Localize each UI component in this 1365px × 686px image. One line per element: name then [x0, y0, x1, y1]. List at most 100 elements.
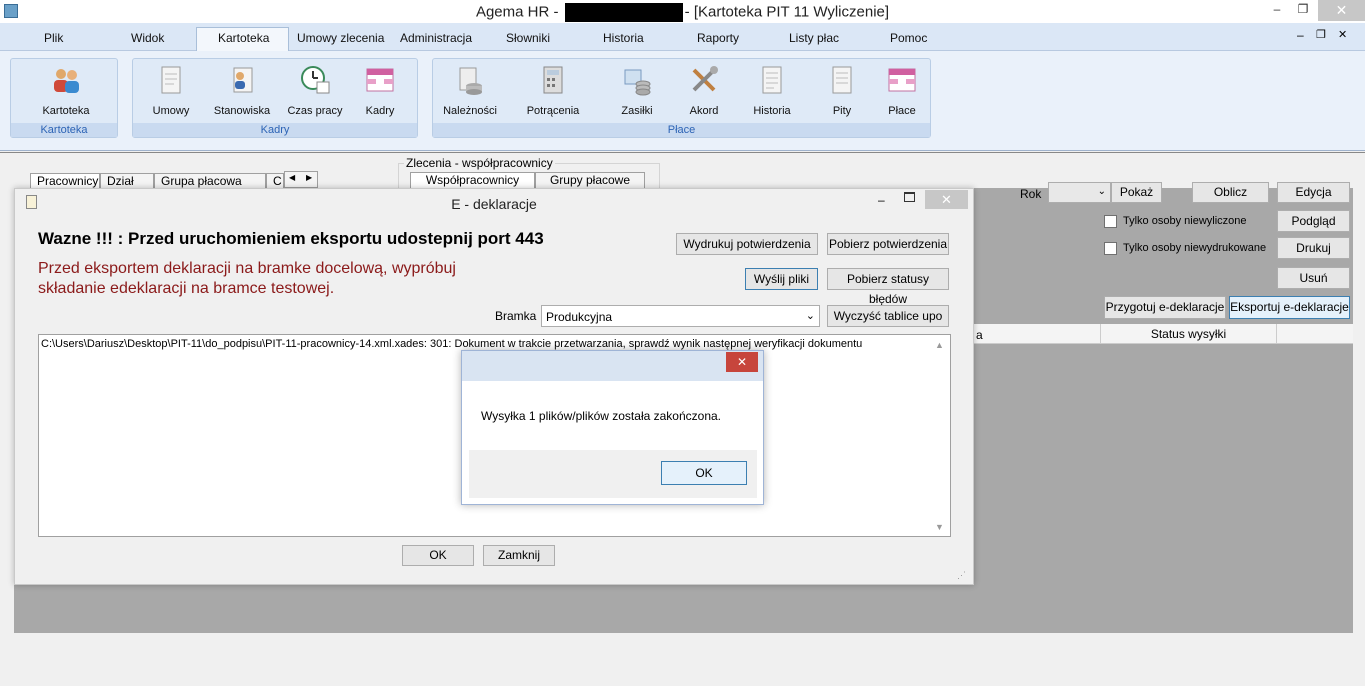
clock-calendar-icon — [301, 66, 330, 94]
podglad-button[interactable]: Podgląd — [1277, 210, 1350, 232]
only-unprinted-checkbox[interactable] — [1104, 242, 1117, 255]
bramka-value: Produkcyjna — [546, 310, 613, 324]
dialog-close-action-button[interactable]: Zamknij — [483, 545, 555, 566]
send-files-button[interactable]: Wyślij pliki — [745, 268, 818, 290]
person-document-icon — [233, 67, 253, 93]
drukuj-button[interactable]: Drukuj — [1277, 237, 1350, 259]
eksportuj-edeklaracje-button[interactable]: Eksportuj e-deklaracje — [1229, 296, 1350, 319]
menu-raporty[interactable]: Raporty — [697, 31, 739, 45]
pokaz-button[interactable]: Pokaż — [1111, 182, 1162, 203]
bramka-label: Bramka — [495, 309, 537, 323]
grid-column-status[interactable]: Status wysyłki — [1100, 324, 1277, 344]
ribbon-button-historia[interactable]: Historia — [750, 64, 794, 117]
ribbon-button-akord[interactable]: Akord — [684, 64, 724, 117]
only-uncalculated-label: Tylko osoby niewyliczone — [1123, 215, 1247, 227]
close-button[interactable]: ✕ — [1318, 0, 1365, 21]
message-box-close-button[interactable]: ✕ — [726, 352, 758, 372]
ribbon-button-pity[interactable]: Pity — [824, 64, 860, 117]
resize-grip-icon[interactable]: ⋰ — [957, 570, 966, 581]
dialog-minimize-button[interactable]: – — [878, 193, 885, 207]
ribbon-button-czas-pracy[interactable]: Czas pracy — [284, 64, 346, 117]
chevron-right-icon[interactable]: ▶ — [306, 173, 312, 182]
coins-icon — [624, 69, 651, 96]
dialog-ok-button[interactable]: OK — [402, 545, 474, 566]
menu-plik[interactable]: Plik — [44, 31, 63, 45]
ribbon-group-label: Płace — [433, 123, 930, 137]
menu-umowy-zlecenia[interactable]: Umowy zlecenia — [297, 31, 384, 45]
maximize-button[interactable]: ❐ — [1288, 2, 1318, 20]
ribbon-button-kartoteka[interactable]: Kartoteka — [36, 64, 96, 117]
ribbon-button-label: Płace — [888, 105, 916, 117]
oblicz-button[interactable]: Oblicz — [1192, 182, 1269, 203]
ribbon-button-zasilki[interactable]: Zasiłki — [614, 64, 660, 117]
bramka-select[interactable]: Produkcyjna ⌄ — [541, 305, 820, 327]
menu-slowniki[interactable]: Słowniki — [506, 31, 550, 45]
dialog-warning: Wazne !!! : Przed uruchomieniem eksportu… — [38, 229, 544, 248]
ribbon-button-label: Kadry — [365, 105, 395, 117]
get-error-statuses-button[interactable]: Pobierz statusy błędów — [827, 268, 949, 306]
ribbon-button-kadry[interactable]: Kadry — [358, 64, 402, 117]
print-confirmations-button[interactable]: Wydrukuj potwierdzenia — [676, 233, 818, 255]
grid-icon — [366, 68, 394, 92]
scroll-up-icon[interactable]: ▲ — [935, 340, 944, 350]
przygotuj-edeklaracje-button[interactable]: Przygotuj e-deklaracje — [1104, 296, 1226, 319]
ribbon-button-naleznosci[interactable]: Należności — [442, 64, 498, 117]
menu-kartoteka[interactable]: Kartoteka — [218, 31, 269, 45]
chevron-left-icon[interactable]: ◀ — [289, 173, 295, 182]
dialog-note-line1: Przed eksportem deklaracji na bramke doc… — [38, 260, 456, 277]
grid-header: a Status wysyłki — [974, 324, 1353, 344]
menu-widok[interactable]: Widok — [131, 31, 164, 45]
log-line: C:\Users\Dariusz\Desktop\PIT-11\do_podpi… — [41, 338, 863, 350]
database-icon — [459, 67, 482, 95]
message-box-titlebar — [462, 351, 763, 381]
ribbon-button-place[interactable]: Płace — [884, 64, 920, 117]
ribbon-group-label: Kadry — [133, 123, 417, 137]
page-icon — [832, 66, 852, 94]
window-title: Agema HR - - [Kartoteka PIT 11 Wyliczeni… — [0, 3, 1365, 22]
menu-pomoc[interactable]: Pomoc — [890, 31, 927, 45]
mdi-close-button[interactable]: ✕ — [1338, 28, 1347, 41]
message-box-text: Wysyłka 1 plików/plików została zakończo… — [481, 409, 721, 423]
chevron-down-icon: ⌄ — [805, 310, 815, 322]
ribbon-button-label: Umowy — [152, 105, 190, 117]
ribbon-button-umowy[interactable]: Umowy — [146, 64, 196, 117]
tab-grupy-placowe[interactable]: Grupy płacowe — [535, 172, 645, 189]
ribbon-button-label: Kartoteka — [42, 105, 90, 117]
usun-button[interactable]: Usuń — [1277, 267, 1350, 289]
ribbon-button-label: Potrącenia — [526, 105, 580, 117]
clear-upo-button[interactable]: Wyczyść tablice upo — [827, 305, 949, 327]
zlecenia-caption: Zlecenia - współpracownicy — [404, 156, 555, 170]
tools-icon — [692, 66, 718, 92]
ribbon-button-potracenia[interactable]: Potrącenia — [522, 64, 584, 117]
mdi-restore-button[interactable]: ❐ — [1316, 28, 1326, 41]
edycja-button[interactable]: Edycja — [1277, 182, 1350, 203]
ribbon-button-label: Historia — [753, 105, 791, 117]
grid-column-header[interactable]: a — [974, 328, 1100, 342]
menu-listy-plac[interactable]: Listy płac — [789, 31, 839, 45]
menu-historia[interactable]: Historia — [603, 31, 644, 45]
people-icon — [54, 69, 79, 93]
tab-scroll: ◀ ▶ — [284, 171, 318, 188]
only-uncalculated-checkbox[interactable] — [1104, 215, 1117, 228]
ribbon-button-label: Zasiłki — [621, 105, 653, 117]
rok-label: Rok — [1020, 187, 1042, 201]
dialog-title: E - deklaracje — [451, 196, 537, 212]
dialog-note-line2: składanie edeklaracji na bramce testowej… — [38, 280, 335, 297]
grid-body — [974, 344, 1353, 633]
ribbon-button-label: Należności — [443, 105, 497, 117]
dialog-maximize-button[interactable] — [904, 192, 915, 202]
menu-administracja[interactable]: Administracja — [400, 31, 472, 45]
tab-wspolpracownicy[interactable]: Współpracownicy — [410, 172, 535, 189]
chevron-down-icon: ⌄ — [1097, 186, 1106, 197]
rok-select[interactable]: ⌄ — [1048, 182, 1111, 203]
ribbon-group-label: Kartoteka — [11, 123, 117, 137]
dialog-close-button[interactable]: ✕ — [925, 190, 968, 209]
scroll-down-icon[interactable]: ▼ — [935, 522, 944, 532]
get-confirmations-button[interactable]: Pobierz potwierdzenia — [827, 233, 949, 255]
document-icon — [161, 66, 181, 94]
calculator-icon — [543, 66, 563, 94]
message-box-ok-button[interactable]: OK — [661, 461, 747, 485]
ribbon-button-label: Pity — [832, 105, 852, 117]
mdi-minimize-button[interactable]: – — [1297, 28, 1304, 42]
ribbon-button-stanowiska[interactable]: Stanowiska — [210, 64, 274, 117]
